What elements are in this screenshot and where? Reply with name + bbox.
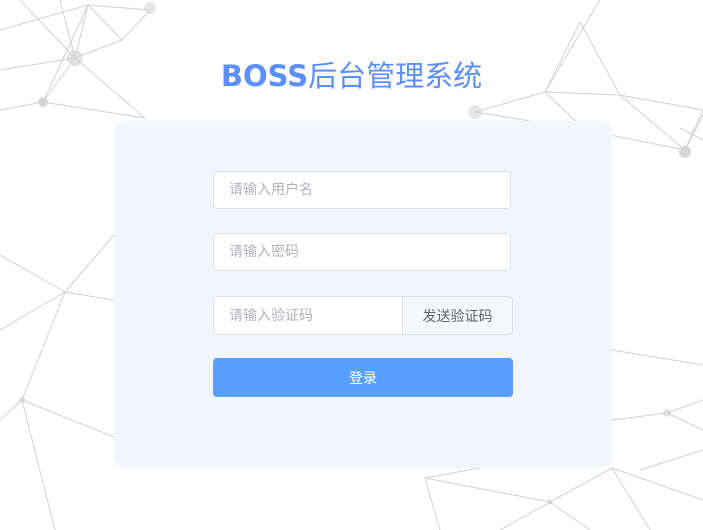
page-title: BOSS后台管理系统 xyxy=(0,56,703,96)
login-card: 发送验证码 登录 xyxy=(114,121,612,468)
page-title-brand: BOSS xyxy=(220,59,309,93)
page-title-text: 后台管理系统 xyxy=(308,59,483,93)
send-code-button[interactable]: 发送验证码 xyxy=(402,296,513,335)
username-input[interactable] xyxy=(213,171,511,209)
login-button[interactable]: 登录 xyxy=(213,358,513,397)
verification-code-group: 发送验证码 xyxy=(213,296,513,335)
login-page: BOSS后台管理系统 发送验证码 登录 xyxy=(0,0,703,530)
password-input[interactable] xyxy=(213,233,511,271)
verification-code-input[interactable] xyxy=(213,296,402,335)
